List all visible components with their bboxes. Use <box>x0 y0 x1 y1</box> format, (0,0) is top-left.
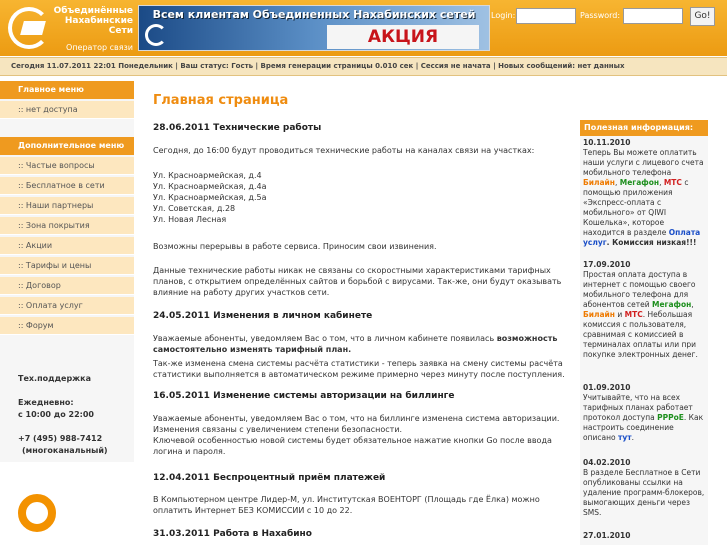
sidebar-item-no-access[interactable]: :: нет доступа <box>0 101 134 119</box>
support-phone: +7 (495) 988-7412 <box>18 434 103 443</box>
sidebar-item-payment[interactable]: :: Оплата услуг <box>0 297 134 315</box>
info-item: 10.11.2010 Теперь Вы можете оплатить наши… <box>583 138 705 248</box>
info-date: 10.11.2010 <box>583 138 631 147</box>
info-header: Полезная информация: <box>580 120 708 136</box>
info-date: 27.01.2010 <box>583 531 631 540</box>
logo-text-line3: Сети <box>108 26 133 36</box>
news-text: Данные технические работы никак не связа… <box>153 266 562 297</box>
mts-link[interactable]: МТС <box>625 310 643 319</box>
go-button[interactable]: Go! <box>690 7 715 26</box>
banner-title: Всем клиентам Объединенных Нахабинских с… <box>152 8 476 21</box>
news-title: 28.06.2011 Технические работы <box>153 123 322 133</box>
logo-icon[interactable] <box>8 7 50 49</box>
status-bar: Сегодня 11.07.2011 22:01 Понедельник | В… <box>0 57 727 76</box>
login-input[interactable] <box>516 8 576 24</box>
sidebar-item-coverage[interactable]: :: Зона покрытия <box>0 217 134 235</box>
page-title: Главная страница <box>153 93 289 108</box>
info-text: . Комиссия низкая!!! <box>606 238 697 247</box>
news-text: Так-же изменена смена системы расчёта ст… <box>153 359 565 379</box>
pppoe-link[interactable]: PPPoE <box>657 413 684 422</box>
news-text: Сегодня, до 16:00 будут проводиться техн… <box>153 146 535 155</box>
main-menu-header: Главное меню <box>0 81 134 99</box>
here-link[interactable]: тут <box>618 433 632 442</box>
news-text: Изменения связаны с увеличением степени … <box>153 425 403 434</box>
news-title: 16.05.2011 Изменение системы авторизации… <box>153 391 455 401</box>
news-text: В Компьютерном центре Лидер-М, ул. Инсти… <box>153 495 540 515</box>
info-date: 01.09.2010 <box>583 383 631 392</box>
support-daily: Ежедневно: <box>18 398 74 407</box>
support-hours: с 10:00 до 22:00 <box>18 410 94 419</box>
sidebar-item-promo[interactable]: :: Акции <box>0 237 134 255</box>
support-title: Тех.поддержка <box>18 374 91 383</box>
megafon-link[interactable]: Мегафон <box>652 300 691 309</box>
password-input[interactable] <box>623 8 683 24</box>
password-label: Password: <box>580 11 621 20</box>
info-item: 27.01.2010 <box>583 531 705 541</box>
logo-text-line1: Объединённые <box>53 6 133 16</box>
street-item: Ул. Красноармейская, д.4 <box>153 171 262 180</box>
street-item: Ул. Новая Лесная <box>153 215 227 224</box>
info-item: 17.09.2010 Простая оплата доступа в интер… <box>583 260 705 360</box>
sidebar-item-forum[interactable]: :: Форум <box>0 317 134 335</box>
news-text: Ключевой особенностью новой системы буде… <box>153 436 552 456</box>
info-text: В разделе Бесплатное в Сети опубликованы… <box>583 468 705 517</box>
qiwi-logo-icon[interactable] <box>18 494 56 532</box>
support-multichannel: (многоканальный) <box>22 446 108 455</box>
news-text-part: Уважаемые абоненты, уведомляем Вас о том… <box>153 334 497 343</box>
sidebar-item-tariffs[interactable]: :: Тарифы и цены <box>0 257 134 275</box>
logo-subtitle: Оператор связи <box>66 43 133 52</box>
info-text: , <box>691 300 694 309</box>
news-text: Возможны перерывы в работе сервиса. Прин… <box>153 242 437 251</box>
info-date: 17.09.2010 <box>583 260 631 269</box>
beeline-link[interactable]: Билайн <box>583 310 615 319</box>
sidebar-item-contract[interactable]: :: Договор <box>0 277 134 295</box>
info-text: Теперь Вы можете оплатить наши услуги с … <box>583 148 704 177</box>
info-text: и <box>614 310 625 319</box>
info-sidebar: Полезная информация: 10.11.2010 Теперь Вы… <box>580 120 708 545</box>
sidebar-item-partners[interactable]: :: Наши партнеры <box>0 197 134 215</box>
login-label: Login: <box>491 11 516 20</box>
sidebar-item-faq[interactable]: :: Частые вопросы <box>0 157 134 175</box>
site-header: Объединённые Нахабинские Сети Оператор с… <box>0 0 727 56</box>
news-title: 31.03.2011 Работа в Нахабино <box>153 529 312 539</box>
news-title: 24.05.2011 Изменения в личном кабинете <box>153 311 373 321</box>
news-text: Уважаемые абоненты, уведомляем Вас о том… <box>153 333 573 355</box>
mts-link[interactable]: МТС <box>664 178 682 187</box>
promo-banner[interactable]: Всем клиентам Объединенных Нахабинских с… <box>138 5 490 51</box>
banner-logo-icon <box>145 24 167 46</box>
info-item: 01.09.2010 Учитывайте, что на всех тарифн… <box>583 383 705 443</box>
news-title: 12.04.2011 Беспроцентный приём платежей <box>153 473 386 483</box>
beeline-link[interactable]: Билайн <box>583 178 615 187</box>
info-text: . <box>631 433 634 442</box>
street-item: Ул. Красноармейская, д.5а <box>153 193 267 202</box>
support-block: Тех.поддержка Ежедневно: с 10:00 до 22:0… <box>18 373 108 457</box>
megafon-link[interactable]: Мегафон <box>620 178 659 187</box>
logo-text-line2: Нахабинские <box>64 16 133 26</box>
street-item: Ул. Советская, д.28 <box>153 204 236 213</box>
info-item: 04.02.2010 В разделе Бесплатное в Сети оп… <box>583 458 705 518</box>
banner-sale-label: АКЦИЯ <box>327 25 479 49</box>
extra-menu-header: Дополнительное меню <box>0 137 134 155</box>
main-content: Главная страница 28.06.2011 Технические … <box>153 93 573 545</box>
news-text: Уважаемые абоненты, уведомляем Вас о том… <box>153 414 560 423</box>
info-date: 04.02.2010 <box>583 458 631 467</box>
street-item: Ул. Красноармейская, д.4а <box>153 182 267 191</box>
sidebar-item-free[interactable]: :: Бесплатное в сети <box>0 177 134 195</box>
